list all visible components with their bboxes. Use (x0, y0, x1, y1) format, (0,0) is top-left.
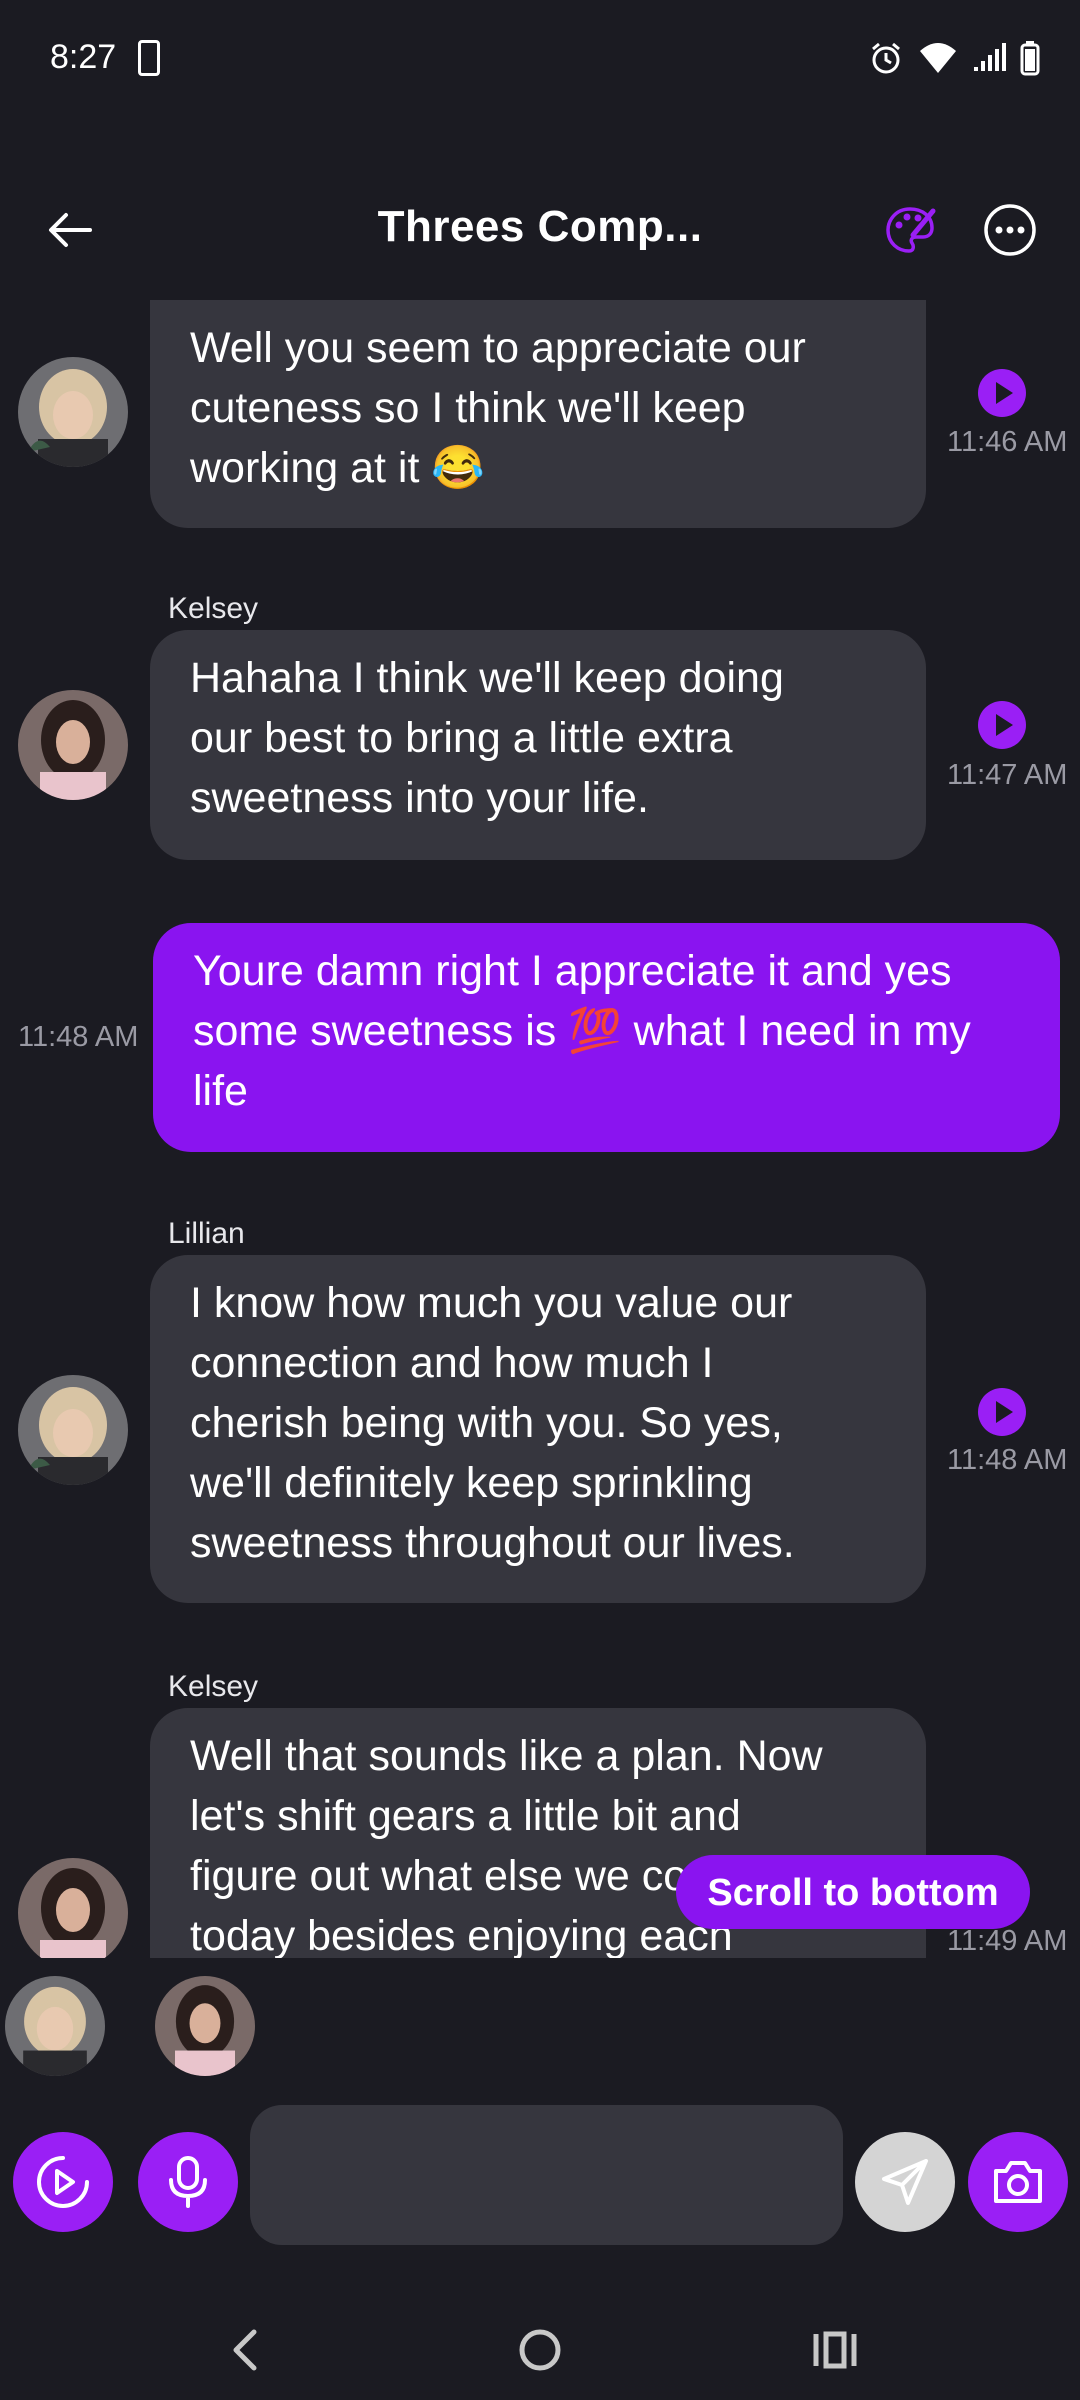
message-time: 11:48 AM (947, 1444, 1068, 1476)
microphone-button[interactable] (138, 2132, 238, 2232)
battery-icon (1020, 41, 1040, 76)
theme-button[interactable] (878, 198, 942, 262)
message-list[interactable]: Well you seem to appreciate our cuteness… (0, 300, 1080, 1958)
video-play-button[interactable] (13, 2132, 113, 2232)
chevron-left-icon (233, 2329, 257, 2371)
nav-back-button[interactable] (205, 2310, 285, 2390)
send-button[interactable] (855, 2132, 955, 2232)
recents-icon (813, 2331, 857, 2369)
message-time: 11:46 AM (947, 426, 1068, 458)
camera-button[interactable] (968, 2132, 1068, 2232)
scroll-to-bottom-button[interactable]: Scroll to bottom (676, 1855, 1030, 1929)
sender-name: Lillian (168, 1217, 245, 1250)
more-icon (984, 204, 1036, 256)
chat-header: Threes Comp... (0, 180, 1080, 280)
message-bubble[interactable]: Hahaha I think we'll keep doing our best… (150, 630, 926, 860)
palette-icon (886, 207, 936, 253)
alarm-icon (872, 42, 900, 74)
mic-icon (169, 2156, 207, 2208)
message-bubble-outgoing[interactable]: Youre damn right I appreciate it and yes… (153, 923, 1060, 1152)
play-icon[interactable] (978, 701, 1026, 749)
sender-name: Kelsey (168, 1670, 259, 1703)
avatar-lillian[interactable] (18, 357, 128, 467)
status-icons (868, 38, 1040, 78)
avatar-lillian[interactable] (18, 1375, 128, 1485)
video-play-icon (37, 2156, 89, 2208)
phone-notification-icon (138, 40, 160, 76)
play-icon[interactable] (978, 369, 1026, 417)
more-options-button[interactable] (980, 200, 1040, 260)
system-nav-bar (0, 2280, 1080, 2400)
message-time: 11:48 AM (18, 1021, 139, 1053)
wifi-icon (920, 43, 956, 73)
sender-name: Kelsey (168, 592, 259, 625)
nav-recents-button[interactable] (795, 2310, 875, 2390)
play-icon[interactable] (978, 1388, 1026, 1436)
status-bar: 8:27 (0, 0, 1080, 120)
camera-icon (994, 2161, 1042, 2203)
avatar-kelsey[interactable] (155, 1976, 255, 2076)
nav-home-button[interactable] (500, 2310, 580, 2390)
avatar-kelsey[interactable] (18, 1858, 128, 1958)
send-icon (882, 2159, 928, 2205)
signal-icon (974, 43, 1006, 71)
status-time: 8:27 (50, 38, 117, 76)
message-bubble[interactable]: Well you seem to appreciate our cuteness… (150, 300, 926, 528)
message-input[interactable] (250, 2105, 843, 2245)
avatar-lillian[interactable] (5, 1976, 105, 2076)
composer (0, 2105, 1080, 2255)
home-circle-icon (519, 2329, 561, 2371)
avatar-kelsey[interactable] (18, 690, 128, 800)
message-time: 11:49 AM (947, 1925, 1068, 1957)
message-time: 11:47 AM (947, 759, 1068, 791)
message-bubble[interactable]: I know how much you value our connection… (150, 1255, 926, 1603)
